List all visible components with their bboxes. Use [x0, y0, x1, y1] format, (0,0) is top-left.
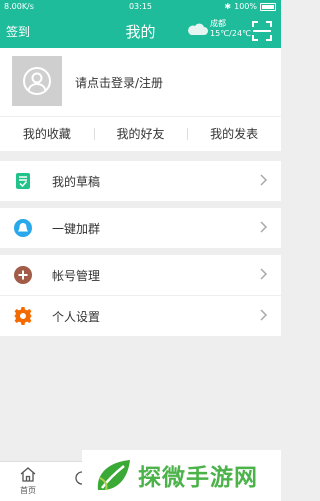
leaf-logo-icon: [97, 460, 130, 491]
nav-home[interactable]: 首页: [12, 466, 44, 496]
user-avatar-icon: [23, 67, 51, 95]
chevron-right-icon: [260, 309, 268, 321]
menu-item-account[interactable]: 帐号管理: [0, 255, 281, 295]
menu-label-settings: 个人设置: [52, 310, 101, 324]
menu-label-account: 帐号管理: [52, 269, 101, 283]
weather-temp: 15℃/24℃: [210, 29, 252, 38]
menu-item-settings[interactable]: 个人设置: [0, 296, 281, 336]
chat-bubble-icon: [14, 219, 32, 237]
home-icon: [20, 467, 36, 482]
chevron-right-icon: [260, 174, 268, 186]
profile-card[interactable]: 请点击登录/注册: [0, 48, 281, 116]
chevron-right-icon: [260, 221, 268, 233]
watermark: 探微手游网: [82, 450, 281, 500]
menu-item-drafts[interactable]: 我的草稿: [0, 161, 281, 201]
menu-item-join-group[interactable]: 一键加群: [0, 208, 281, 248]
weather-widget[interactable]: 成都 15℃/24℃: [186, 19, 251, 39]
tab-friends[interactable]: 我的好友: [93, 117, 188, 151]
cloudy-icon: [188, 23, 208, 35]
avatar[interactable]: [12, 56, 62, 106]
chevron-right-icon: [260, 268, 268, 280]
draft-icon: [16, 173, 30, 189]
battery-icon: [260, 2, 276, 11]
app-header: 签到 我的 成都 15℃/24℃: [0, 14, 281, 48]
scan-icon[interactable]: [252, 21, 272, 41]
gear-icon: [14, 307, 32, 325]
watermark-text: 探微手游网: [138, 465, 258, 491]
tab-favorites[interactable]: 我的收藏: [0, 117, 94, 151]
profile-tabs: 我的收藏 我的好友 我的发表: [0, 116, 281, 151]
battery-percent: 100%: [234, 2, 257, 11]
menu-label-drafts: 我的草稿: [52, 175, 101, 189]
plus-icon: [14, 266, 32, 284]
nav-home-label: 首页: [20, 486, 36, 495]
status-bar: 8.00K/s 03:15 ✱ 100%: [0, 0, 281, 14]
status-right: ✱ 100%: [224, 2, 276, 11]
tab-posts[interactable]: 我的发表: [187, 117, 281, 151]
login-register-link[interactable]: 请点击登录/注册: [75, 74, 163, 91]
weather-city: 成都: [210, 19, 226, 28]
menu-label-join-group: 一键加群: [52, 222, 101, 236]
bluetooth-icon: ✱: [224, 2, 232, 11]
